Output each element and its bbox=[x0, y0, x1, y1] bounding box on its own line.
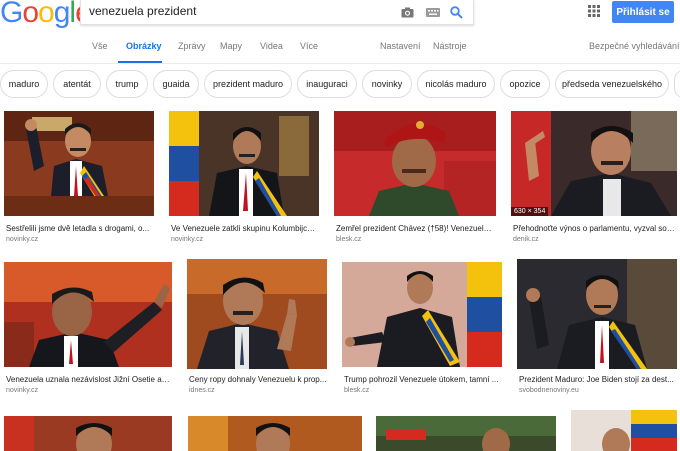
search-icon[interactable] bbox=[448, 4, 464, 20]
tab-all[interactable]: Vše bbox=[92, 41, 108, 51]
result-image[interactable]: 630 × 354 bbox=[511, 111, 677, 216]
chip[interactable]: opozice bbox=[500, 70, 550, 98]
chip[interactable]: guaida bbox=[153, 70, 199, 98]
result-image[interactable] bbox=[4, 111, 154, 216]
result-image[interactable] bbox=[342, 262, 502, 367]
logo-letter: g bbox=[53, 0, 71, 29]
result-caption[interactable]: Venezuela uznala nezávislost Jižní Oseti… bbox=[6, 375, 170, 384]
result-image[interactable] bbox=[571, 410, 677, 451]
result-source: novinky.cz bbox=[6, 387, 39, 394]
chip[interactable]: předseda venezuelského bbox=[555, 70, 669, 98]
result-caption[interactable]: Prezident Maduro: Joe Biden stojí za des… bbox=[519, 375, 677, 384]
row3-photo bbox=[376, 416, 556, 451]
result-source: blesk.cz bbox=[336, 236, 362, 243]
maduro-podium-photo bbox=[4, 111, 154, 216]
search-box bbox=[80, 0, 474, 25]
apps-icon[interactable] bbox=[588, 5, 600, 17]
tab-videos[interactable]: Videa bbox=[260, 41, 283, 51]
chip[interactable]: atentát bbox=[53, 70, 101, 98]
row3-photo bbox=[188, 416, 362, 451]
tools-link[interactable]: Nástroje bbox=[433, 41, 467, 51]
chip[interactable]: prezident maduro bbox=[204, 70, 292, 98]
result-caption[interactable]: Sestřelili jsme dvě letadla s drogami, o… bbox=[6, 224, 154, 233]
related-searches: maduro atentát trump guaida prezident ma… bbox=[0, 70, 680, 100]
camera-icon[interactable] bbox=[399, 4, 415, 20]
maduro-sash-photo bbox=[342, 262, 502, 367]
logo-letter: o bbox=[38, 0, 55, 29]
result-source: idnes.cz bbox=[189, 387, 215, 394]
result-source: blesk.cz bbox=[344, 387, 370, 394]
tab-news[interactable]: Zprávy bbox=[178, 41, 206, 51]
result-image[interactable] bbox=[517, 259, 677, 369]
tab-more[interactable]: Více bbox=[300, 41, 318, 51]
result-image[interactable] bbox=[4, 416, 172, 451]
image-dimensions-badge: 630 × 354 bbox=[511, 207, 549, 216]
result-source: novinky.cz bbox=[6, 236, 39, 243]
maduro-flag-photo bbox=[169, 111, 319, 216]
result-image[interactable] bbox=[187, 259, 327, 369]
chip[interactable]: maduro bbox=[0, 70, 48, 98]
result-image[interactable] bbox=[169, 111, 319, 216]
result-image[interactable] bbox=[376, 416, 556, 451]
result-caption[interactable]: Zemřel prezident Chávez (†58)! Venezuela… bbox=[336, 224, 496, 233]
safesearch-label: Bezpečné vyhledávání bbox=[589, 41, 680, 51]
header-divider bbox=[0, 63, 680, 64]
result-image[interactable] bbox=[334, 111, 496, 216]
chip[interactable]: inauguraci bbox=[297, 70, 357, 98]
chip[interactable]: nicolás maduro bbox=[417, 70, 495, 98]
maduro-gesture-photo bbox=[511, 111, 677, 216]
result-caption[interactable]: Ceny ropy dohnaly Venezuelu k prop... bbox=[189, 375, 327, 384]
tab-maps[interactable]: Mapy bbox=[220, 41, 242, 51]
chip-next[interactable] bbox=[674, 70, 680, 98]
settings-link[interactable]: Nastavení bbox=[380, 41, 421, 51]
result-image[interactable] bbox=[4, 262, 172, 367]
result-caption[interactable]: Přehodnoťte výnos o parlamentu, vyzval s… bbox=[513, 224, 675, 233]
result-caption[interactable]: Trump pohrozil Venezuele útokem, tamní .… bbox=[344, 375, 502, 384]
result-source: denik.cz bbox=[513, 236, 539, 243]
keyboard-icon[interactable] bbox=[425, 4, 441, 20]
maduro-finger-photo bbox=[187, 259, 327, 369]
result-source: novinky.cz bbox=[171, 236, 204, 243]
row3-photo bbox=[4, 416, 172, 451]
search-input[interactable] bbox=[89, 2, 379, 20]
result-source: svobodnenoviny.eu bbox=[519, 387, 579, 394]
safesearch-link[interactable]: Bezpečné vyhledávání ▾ bbox=[589, 41, 680, 51]
result-caption[interactable]: Ve Venezuele zatkli skupinu Kolumbijců .… bbox=[171, 224, 319, 233]
maduro-fist-photo bbox=[517, 259, 677, 369]
chavez-beret-photo bbox=[334, 111, 496, 216]
tab-images[interactable]: Obrázky bbox=[126, 41, 162, 51]
chavez-pointing-photo bbox=[4, 262, 172, 367]
logo-letter: G bbox=[0, 0, 23, 29]
result-image[interactable] bbox=[188, 416, 362, 451]
logo-letter: o bbox=[22, 0, 39, 29]
chip[interactable]: trump bbox=[106, 70, 148, 98]
chip[interactable]: novinky bbox=[362, 70, 412, 98]
signin-button[interactable]: Přihlásit se bbox=[612, 1, 674, 23]
google-logo[interactable]: Google bbox=[0, 0, 92, 30]
row3-photo bbox=[571, 410, 677, 451]
